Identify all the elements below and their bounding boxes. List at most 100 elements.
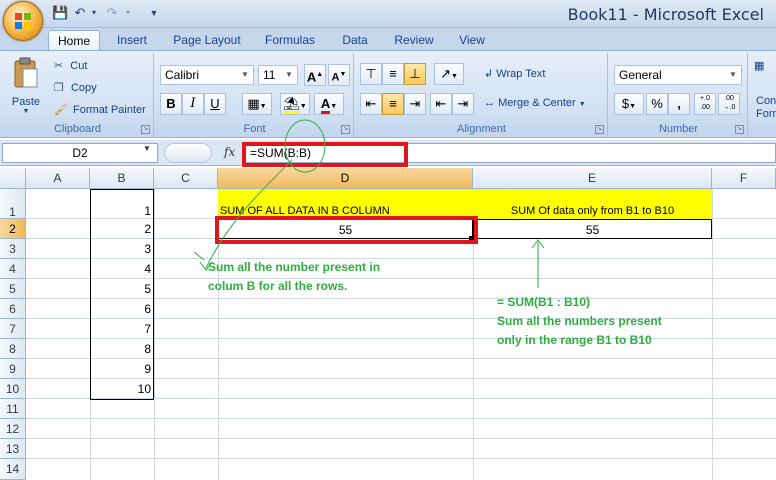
paste-button[interactable]: Paste ▼ — [8, 57, 44, 119]
save-icon[interactable]: 💾 — [52, 5, 68, 21]
tab-data[interactable]: Data — [332, 30, 378, 50]
font-color-button[interactable]: A▼ — [314, 93, 344, 115]
percent-button[interactable]: % — [646, 93, 668, 115]
customize-qat-icon[interactable]: ▼ — [146, 5, 162, 21]
cell-b8[interactable]: 8 — [90, 339, 154, 359]
cell-b4[interactable]: 4 — [90, 259, 154, 279]
cell-e2[interactable]: 55 — [473, 219, 712, 239]
note-left-line-2: colum B for all the rows. — [208, 279, 348, 293]
row-header-11[interactable]: 11 — [0, 399, 26, 419]
paste-dropdown-icon: ▼ — [22, 108, 30, 115]
row-header-1[interactable]: 1 — [0, 189, 26, 219]
grow-font-button[interactable]: A▲ — [304, 64, 326, 86]
formula-bar-splitter[interactable] — [164, 143, 212, 163]
conditional-formatting-label-2[interactable]: Form — [756, 108, 776, 120]
row-header-8[interactable]: 8 — [0, 339, 26, 359]
clipboard-launcher-icon[interactable]: ↘ — [141, 125, 150, 134]
decrease-indent-icon[interactable]: ⇤ — [430, 93, 452, 115]
insert-function-icon[interactable]: fx — [224, 145, 235, 159]
alignment-launcher-icon[interactable]: ↘ — [595, 125, 604, 134]
row-header-13[interactable]: 13 — [0, 439, 26, 459]
chevron-down-icon: ▼ — [241, 70, 249, 79]
chevron-down-icon[interactable]: ▼ — [143, 144, 151, 153]
cell-b5[interactable]: 5 — [90, 279, 154, 299]
row-header-7[interactable]: 7 — [0, 319, 26, 339]
column-header-e[interactable]: E — [473, 168, 712, 189]
cell-e1[interactable]: SUM Of data only from B1 to B10 — [473, 189, 712, 219]
formula-highlight-box — [242, 142, 408, 167]
increase-decimal-button[interactable]: +.0 .00 — [694, 93, 716, 115]
underline-button[interactable]: U — [204, 93, 226, 115]
gridline — [26, 418, 776, 419]
bold-button[interactable]: B — [160, 93, 182, 115]
align-center-icon[interactable]: ≡ — [382, 93, 404, 115]
format-painter-button[interactable]: 🖌 Format Painter — [54, 103, 146, 116]
cell-b7[interactable]: 7 — [90, 319, 154, 339]
conditional-formatting-label[interactable]: Con — [756, 95, 776, 107]
increase-indent-icon[interactable]: ⇥ — [452, 93, 474, 115]
tab-insert[interactable]: Insert — [108, 30, 156, 50]
fill-color-button[interactable]: ⛱▼ — [280, 93, 310, 115]
copy-button[interactable]: ❐ Copy — [54, 81, 97, 94]
office-button[interactable] — [3, 1, 43, 41]
align-bottom-icon[interactable]: ⊥ — [404, 63, 426, 85]
row-header-12[interactable]: 12 — [0, 419, 26, 439]
row-header-3[interactable]: 3 — [0, 239, 26, 259]
chevron-down-icon: ▼ — [285, 70, 293, 79]
tab-home[interactable]: Home — [48, 30, 100, 50]
row-header-6[interactable]: 6 — [0, 299, 26, 319]
tab-formulas[interactable]: Formulas — [258, 30, 322, 50]
comma-button[interactable]: , — [668, 93, 690, 115]
redo-dropdown-icon[interactable]: ▾ — [120, 5, 136, 21]
tab-view[interactable]: View — [448, 30, 496, 50]
italic-button[interactable]: I — [182, 93, 204, 115]
row-header-2[interactable]: 2 — [0, 219, 26, 239]
row-header-5[interactable]: 5 — [0, 279, 26, 299]
row-header-9[interactable]: 9 — [0, 359, 26, 379]
cell-b2[interactable]: 2 — [90, 219, 154, 239]
gridline — [154, 189, 155, 480]
tab-review[interactable]: Review — [388, 30, 440, 50]
merge-center-button[interactable]: ↔ Merge & Center ▼ — [484, 97, 586, 109]
currency-button[interactable]: $▼ — [614, 93, 644, 115]
cell-b9[interactable]: 9 — [90, 359, 154, 379]
undo-dropdown-icon[interactable]: ▾ — [86, 5, 102, 21]
number-launcher-icon[interactable]: ↘ — [735, 125, 744, 134]
name-box-value: D2 — [72, 146, 88, 160]
column-header-c[interactable]: C — [154, 168, 218, 189]
borders-button[interactable]: ▦▼ — [242, 93, 272, 115]
align-left-icon[interactable]: ⇤ — [360, 93, 382, 115]
decrease-decimal-button[interactable]: .00 →.0 — [718, 93, 740, 115]
font-launcher-icon[interactable]: ↘ — [341, 125, 350, 134]
wrap-text-button[interactable]: ↲ Wrap Text — [484, 67, 545, 80]
cell-b1[interactable]: 1 — [90, 201, 154, 221]
cell-d1[interactable]: SUM OF ALL DATA IN B COLUMN — [218, 189, 473, 219]
cell-b6[interactable]: 6 — [90, 299, 154, 319]
tab-page-layout[interactable]: Page Layout — [166, 30, 248, 50]
cell-b10[interactable]: 10 — [90, 379, 154, 399]
row-header-10[interactable]: 10 — [0, 379, 26, 399]
font-size-combo[interactable]: 11 ▼ — [258, 65, 298, 85]
column-header-f[interactable]: F — [712, 168, 776, 189]
align-top-icon[interactable]: ⊤ — [360, 63, 382, 85]
shrink-font-button[interactable]: A▼ — [328, 64, 350, 86]
cut-button[interactable]: ✂ Cut — [54, 59, 87, 72]
conditional-formatting-icon[interactable]: ▦ — [754, 59, 764, 72]
align-right-icon[interactable]: ⇥ — [404, 93, 426, 115]
column-header-a[interactable]: A — [26, 168, 90, 189]
row-header-4[interactable]: 4 — [0, 259, 26, 279]
select-all-corner[interactable] — [0, 168, 26, 189]
font-name-value: Calibri — [165, 68, 200, 82]
borders-icon: ▦ — [247, 96, 260, 111]
title-bar: 💾 ↶ ▾ ↷ ▾ ▼ Book11 - Microsoft Excel — [0, 0, 776, 28]
name-box[interactable]: D2 — [2, 143, 158, 163]
orientation-icon[interactable]: ↗▼ — [434, 63, 464, 85]
cell-b3[interactable]: 3 — [90, 239, 154, 259]
font-name-combo[interactable]: Calibri ▼ — [160, 65, 254, 85]
row-header-14[interactable]: 14 — [0, 459, 26, 480]
redo-icon[interactable]: ↷ — [104, 5, 120, 21]
column-header-d[interactable]: D — [218, 168, 473, 189]
number-format-combo[interactable]: General ▼ — [614, 65, 742, 85]
column-header-b[interactable]: B — [90, 168, 154, 189]
align-middle-icon[interactable]: ≡ — [382, 63, 404, 85]
